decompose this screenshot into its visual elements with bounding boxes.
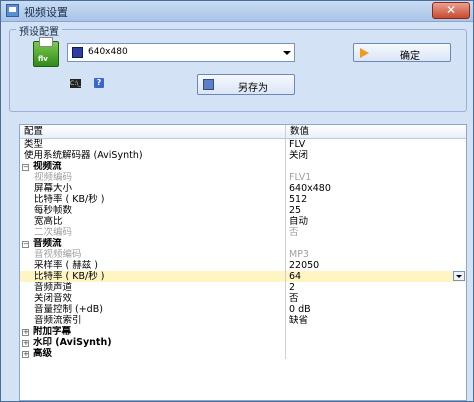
grid-row-video-codec[interactable]: 视频编码 FLV1: [20, 172, 466, 183]
close-button[interactable]: ✕: [432, 2, 470, 19]
row-value: 否: [289, 227, 299, 238]
row-value[interactable]: 自动: [286, 216, 466, 227]
row-value: [286, 161, 466, 172]
row-name: 采样率 ( 赫兹 ): [20, 260, 286, 271]
row-value[interactable]: 2: [286, 282, 466, 293]
confirm-button[interactable]: 确定: [353, 43, 451, 62]
collapse-icon[interactable]: −: [22, 241, 29, 248]
save-as-button-label: 另存为: [238, 83, 268, 94]
preset-icon: flv: [33, 37, 59, 67]
row-name: 音频声道: [20, 282, 286, 293]
row-value[interactable]: 25: [286, 205, 466, 216]
row-name: 视频编码: [20, 172, 286, 183]
expand-icon[interactable]: +: [22, 351, 29, 358]
row-value[interactable]: FLV: [286, 139, 466, 150]
row-value: FLV1: [289, 172, 312, 183]
row-name: 音量控制 (+dB): [20, 304, 286, 315]
row-value[interactable]: 否: [286, 293, 466, 304]
category-label: 高级: [33, 348, 53, 359]
grid-row-sample-rate[interactable]: 采样率 ( 赫兹 ) 22050: [20, 260, 466, 271]
row-name: 使用系统解码器 (AviSynth): [20, 150, 286, 161]
grid-row-aspect-ratio[interactable]: 宽高比 自动: [20, 216, 466, 227]
row-value: [286, 238, 466, 249]
category-label: 附加字幕: [33, 326, 72, 337]
preset-group: [9, 29, 467, 112]
grid-row-two-pass[interactable]: 二次编码 否: [20, 227, 466, 238]
row-value: 64: [289, 271, 302, 282]
category-advanced[interactable]: + 高级: [20, 348, 466, 359]
row-name: 音视频编码: [20, 249, 286, 260]
command-line-icon[interactable]: C:\_: [70, 79, 81, 88]
row-value[interactable]: 512: [286, 194, 466, 205]
row-value: [286, 337, 466, 348]
arrow-right-icon: [360, 48, 369, 58]
preset-selected-value: 640x480: [88, 47, 128, 57]
row-value[interactable]: 关闭: [286, 150, 466, 161]
save-icon: [203, 79, 214, 90]
category-video-stream[interactable]: − 视频流: [20, 161, 466, 172]
title-bar[interactable]: 视频设置 ✕: [1, 1, 473, 22]
save-as-button[interactable]: 另存为: [197, 74, 295, 95]
category-audio-stream[interactable]: − 音频流: [20, 238, 466, 249]
header-name[interactable]: 配置: [20, 125, 286, 138]
grid-row-audio-codec[interactable]: 音视频编码 MP3: [20, 249, 466, 260]
video-settings-window: 视频设置 ✕ 预设配置 flv 640x480 确定 C:\_ ? 另存为 配置…: [0, 0, 474, 402]
row-value[interactable]: 缺省: [286, 315, 466, 326]
row-name: 宽高比: [20, 216, 286, 227]
row-value: MP3: [289, 249, 309, 260]
grid-row-fps[interactable]: 每秒帧数 25: [20, 205, 466, 216]
row-name: 音频流索引: [20, 315, 286, 326]
header-value[interactable]: 数值: [286, 125, 466, 138]
row-value[interactable]: 640x480: [286, 183, 466, 194]
category-watermark[interactable]: + 水印 (AviSynth): [20, 337, 466, 348]
collapse-icon[interactable]: −: [22, 164, 29, 171]
category-name: + 水印 (AviSynth): [20, 337, 286, 348]
grid-row-mute-audio[interactable]: 关闭音效 否: [20, 293, 466, 304]
row-value[interactable]: 0 dB: [286, 304, 466, 315]
app-icon: [6, 4, 19, 17]
category-name: + 高级: [20, 348, 286, 359]
row-value: [286, 326, 466, 337]
grid-row-screen-size[interactable]: 屏幕大小 640x480: [20, 183, 466, 194]
row-value[interactable]: 22050: [286, 260, 466, 271]
preset-dropdown[interactable]: 640x480: [67, 43, 295, 62]
category-subtitles[interactable]: + 附加字幕: [20, 326, 466, 337]
row-name: 二次编码: [20, 227, 286, 238]
category-label: 视频流: [33, 161, 62, 172]
category-label: 水印 (AviSynth): [33, 337, 112, 348]
chevron-down-icon[interactable]: [453, 271, 465, 281]
confirm-button-label: 确定: [400, 51, 420, 62]
property-grid[interactable]: 配置 数值 类型 FLV 使用系统解码器 (AviSynth) 关闭 − 视频流 …: [19, 124, 467, 401]
help-icon[interactable]: ?: [94, 78, 104, 88]
row-name: 每秒帧数: [20, 205, 286, 216]
category-name: − 音频流: [20, 238, 286, 249]
row-name: 比特率 ( KB/秒 ): [20, 271, 286, 282]
window-title: 视频设置: [24, 6, 68, 19]
row-name: 关闭音效: [20, 293, 286, 304]
grid-row-system-decoder[interactable]: 使用系统解码器 (AviSynth) 关闭: [20, 150, 466, 161]
grid-row-volume[interactable]: 音量控制 (+dB) 0 dB: [20, 304, 466, 315]
category-name: − 视频流: [20, 161, 286, 172]
grid-row-audio-bitrate[interactable]: 比特率 ( KB/秒 ) 64: [20, 271, 466, 282]
expand-icon[interactable]: +: [22, 329, 29, 336]
chevron-down-icon: [283, 51, 291, 55]
category-name: + 附加字幕: [20, 326, 286, 337]
category-label: 音频流: [33, 238, 62, 249]
row-name: 屏幕大小: [20, 183, 286, 194]
film-icon: [72, 47, 83, 58]
grid-row-audio-index[interactable]: 音频流索引 缺省: [20, 315, 466, 326]
grid-header: 配置 数值: [20, 125, 466, 139]
row-value: [286, 348, 466, 359]
row-value-editor[interactable]: 64: [286, 271, 466, 282]
expand-icon[interactable]: +: [22, 340, 29, 347]
grid-row-type[interactable]: 类型 FLV: [20, 139, 466, 150]
grid-row-video-bitrate[interactable]: 比特率 ( KB/秒 ) 512: [20, 194, 466, 205]
preset-group-label: 预设配置: [16, 23, 62, 38]
row-name: 类型: [20, 139, 286, 150]
row-name: 比特率 ( KB/秒 ): [20, 194, 286, 205]
grid-row-audio-channels[interactable]: 音频声道 2: [20, 282, 466, 293]
